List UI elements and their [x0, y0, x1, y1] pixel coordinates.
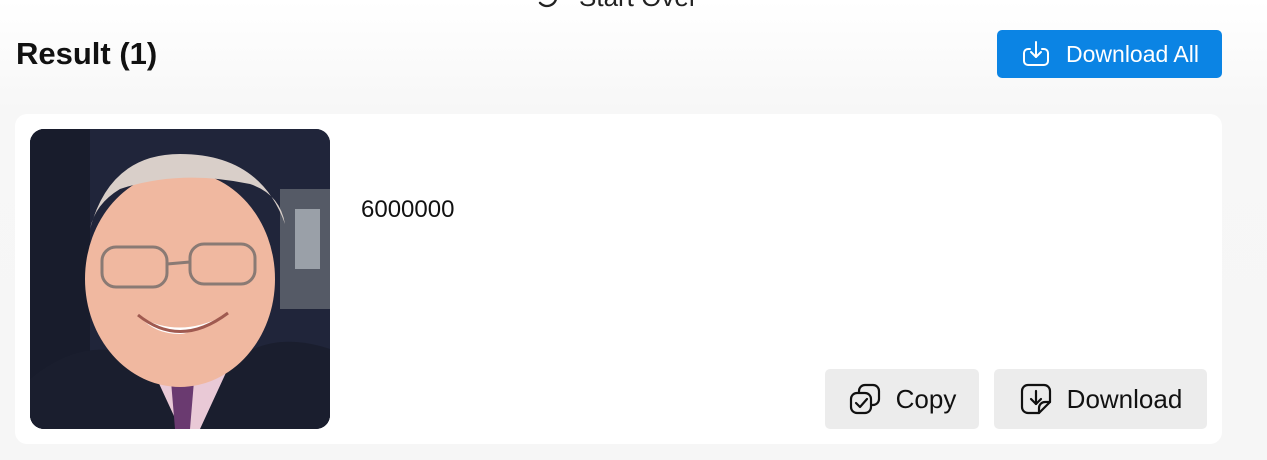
refresh-icon — [538, 0, 557, 8]
cloud-download-icon — [1023, 41, 1050, 66]
copy-icon — [849, 383, 880, 415]
download-button[interactable]: Download — [994, 369, 1207, 429]
download-all-label: Download All — [1066, 40, 1199, 67]
download-all-button[interactable]: Download All — [997, 30, 1222, 78]
start-over-label: Start Over — [579, 0, 697, 13]
start-over-button[interactable]: Start Over — [533, 0, 697, 12]
result-value[interactable]: 6000000 — [361, 196, 454, 224]
result-title: Result (1) — [16, 36, 158, 71]
download-label: Download — [1066, 383, 1183, 414]
portrait-image — [30, 129, 330, 429]
result-image[interactable] — [30, 129, 330, 429]
copy-button[interactable]: Copy — [825, 369, 979, 429]
result-card: 6000000 Copy Download — [15, 114, 1222, 444]
copy-label: Copy — [895, 383, 957, 414]
file-download-icon — [1020, 383, 1051, 415]
